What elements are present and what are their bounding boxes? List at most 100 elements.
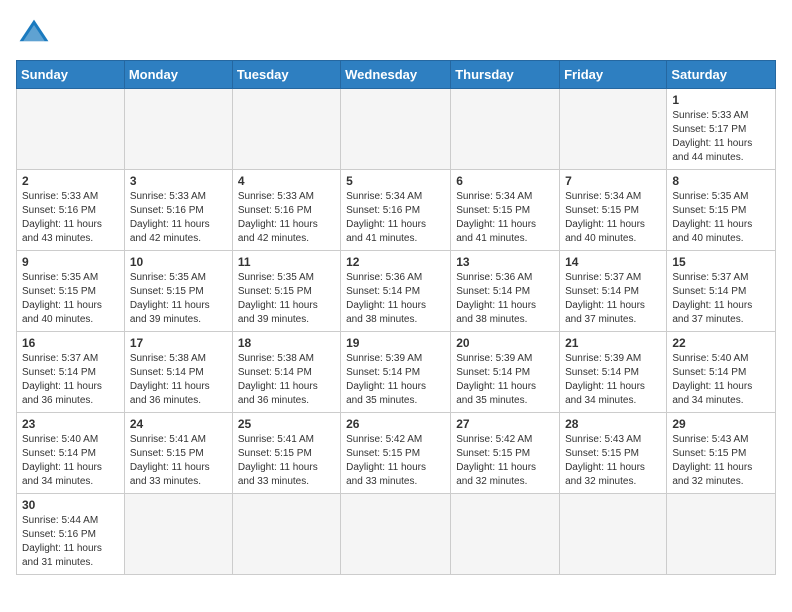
day-info: Sunrise: 5:33 AM Sunset: 5:16 PM Dayligh… — [130, 190, 227, 246]
calendar-week-row: 9 Sunrise: 5:35 AM Sunset: 5:15 PM Daylig… — [17, 251, 776, 332]
day-info: Sunrise: 5:43 AM Sunset: 5:15 PM Dayligh… — [672, 433, 770, 489]
day-number: 20 — [456, 336, 554, 350]
day-number: 4 — [238, 174, 335, 188]
day-number: 26 — [346, 417, 445, 431]
day-number: 15 — [672, 255, 770, 269]
weekday-header-sunday: Sunday — [17, 61, 125, 89]
calendar-day-cell: 30Sunrise: 5:44 AM Sunset: 5:16 PM Dayli… — [17, 494, 125, 575]
calendar-day-cell: 18Sunrise: 5:38 AM Sunset: 5:14 PM Dayli… — [232, 332, 340, 413]
day-info: Sunrise: 5:39 AM Sunset: 5:14 PM Dayligh… — [346, 352, 445, 408]
calendar-day-cell: 27 Sunrise: 5:42 AM Sunset: 5:15 PM Dayli… — [451, 413, 560, 494]
day-info: Sunrise: 5:37 AM Sunset: 5:14 PM Dayligh… — [565, 271, 661, 327]
calendar-day-cell: 29 Sunrise: 5:43 AM Sunset: 5:15 PM Dayli… — [667, 413, 776, 494]
calendar-day-cell: 12Sunrise: 5:36 AM Sunset: 5:14 PM Dayli… — [341, 251, 451, 332]
day-number: 17 — [130, 336, 227, 350]
day-info: Sunrise: 5:36 AM Sunset: 5:14 PM Dayligh… — [456, 271, 554, 327]
day-number: 7 — [565, 174, 661, 188]
day-number: 28 — [565, 417, 661, 431]
day-number: 16 — [22, 336, 119, 350]
day-info: Sunrise: 5:33 AM Sunset: 5:17 PM Dayligh… — [672, 109, 770, 165]
calendar-day-cell — [560, 494, 667, 575]
calendar-day-cell: 23Sunrise: 5:40 AM Sunset: 5:14 PM Dayli… — [17, 413, 125, 494]
calendar-day-cell: 25Sunrise: 5:41 AM Sunset: 5:15 PM Dayli… — [232, 413, 340, 494]
day-info: Sunrise: 5:35 AM Sunset: 5:15 PM Dayligh… — [672, 190, 770, 246]
calendar-day-cell — [667, 494, 776, 575]
calendar-header: SundayMondayTuesdayWednesdayThursdayFrid… — [17, 61, 776, 89]
page-header — [16, 16, 776, 52]
calendar-day-cell — [451, 89, 560, 170]
day-info: Sunrise: 5:36 AM Sunset: 5:14 PM Dayligh… — [346, 271, 445, 327]
day-info: Sunrise: 5:38 AM Sunset: 5:14 PM Dayligh… — [130, 352, 227, 408]
day-number: 27 — [456, 417, 554, 431]
day-number: 24 — [130, 417, 227, 431]
day-info: Sunrise: 5:33 AM Sunset: 5:16 PM Dayligh… — [22, 190, 119, 246]
calendar-day-cell: 24 Sunrise: 5:41 AM Sunset: 5:15 PM Dayli… — [124, 413, 232, 494]
calendar-day-cell: 8 Sunrise: 5:35 AM Sunset: 5:15 PM Daylig… — [667, 170, 776, 251]
day-number: 8 — [672, 174, 770, 188]
calendar-day-cell: 11Sunrise: 5:35 AM Sunset: 5:15 PM Dayli… — [232, 251, 340, 332]
calendar-day-cell: 4 Sunrise: 5:33 AM Sunset: 5:16 PM Daylig… — [232, 170, 340, 251]
calendar-day-cell: 14 Sunrise: 5:37 AM Sunset: 5:14 PM Dayli… — [560, 251, 667, 332]
calendar-day-cell: 7 Sunrise: 5:34 AM Sunset: 5:15 PM Daylig… — [560, 170, 667, 251]
day-info: Sunrise: 5:34 AM Sunset: 5:15 PM Dayligh… — [565, 190, 661, 246]
day-info: Sunrise: 5:43 AM Sunset: 5:15 PM Dayligh… — [565, 433, 661, 489]
calendar-week-row: 30Sunrise: 5:44 AM Sunset: 5:16 PM Dayli… — [17, 494, 776, 575]
calendar-day-cell: 26 Sunrise: 5:42 AM Sunset: 5:15 PM Dayli… — [341, 413, 451, 494]
day-info: Sunrise: 5:39 AM Sunset: 5:14 PM Dayligh… — [565, 352, 661, 408]
calendar-day-cell: 17 Sunrise: 5:38 AM Sunset: 5:14 PM Dayli… — [124, 332, 232, 413]
calendar-day-cell: 5 Sunrise: 5:34 AM Sunset: 5:16 PM Daylig… — [341, 170, 451, 251]
calendar-week-row: 23Sunrise: 5:40 AM Sunset: 5:14 PM Dayli… — [17, 413, 776, 494]
logo — [16, 16, 56, 52]
day-number: 11 — [238, 255, 335, 269]
calendar-day-cell: 15Sunrise: 5:37 AM Sunset: 5:14 PM Dayli… — [667, 251, 776, 332]
day-info: Sunrise: 5:41 AM Sunset: 5:15 PM Dayligh… — [130, 433, 227, 489]
calendar-day-cell: 1 Sunrise: 5:33 AM Sunset: 5:17 PM Daylig… — [667, 89, 776, 170]
day-info: Sunrise: 5:42 AM Sunset: 5:15 PM Dayligh… — [346, 433, 445, 489]
day-number: 9 — [22, 255, 119, 269]
day-number: 6 — [456, 174, 554, 188]
day-info: Sunrise: 5:35 AM Sunset: 5:15 PM Dayligh… — [130, 271, 227, 327]
day-info: Sunrise: 5:34 AM Sunset: 5:16 PM Dayligh… — [346, 190, 445, 246]
logo-icon — [16, 16, 52, 52]
day-info: Sunrise: 5:44 AM Sunset: 5:16 PM Dayligh… — [22, 514, 119, 570]
day-number: 1 — [672, 93, 770, 107]
day-number: 25 — [238, 417, 335, 431]
day-number: 18 — [238, 336, 335, 350]
day-number: 21 — [565, 336, 661, 350]
day-number: 19 — [346, 336, 445, 350]
day-info: Sunrise: 5:40 AM Sunset: 5:14 PM Dayligh… — [672, 352, 770, 408]
calendar-day-cell — [17, 89, 125, 170]
calendar-table: SundayMondayTuesdayWednesdayThursdayFrid… — [16, 60, 776, 575]
calendar-week-row: 2 Sunrise: 5:33 AM Sunset: 5:16 PM Daylig… — [17, 170, 776, 251]
calendar-day-cell: 10 Sunrise: 5:35 AM Sunset: 5:15 PM Dayli… — [124, 251, 232, 332]
calendar-day-cell: 19 Sunrise: 5:39 AM Sunset: 5:14 PM Dayli… — [341, 332, 451, 413]
calendar-day-cell: 28 Sunrise: 5:43 AM Sunset: 5:15 PM Dayli… — [560, 413, 667, 494]
calendar-day-cell: 3Sunrise: 5:33 AM Sunset: 5:16 PM Daylig… — [124, 170, 232, 251]
calendar-day-cell — [232, 89, 340, 170]
calendar-day-cell — [451, 494, 560, 575]
calendar-day-cell: 9 Sunrise: 5:35 AM Sunset: 5:15 PM Daylig… — [17, 251, 125, 332]
day-info: Sunrise: 5:39 AM Sunset: 5:14 PM Dayligh… — [456, 352, 554, 408]
day-info: Sunrise: 5:33 AM Sunset: 5:16 PM Dayligh… — [238, 190, 335, 246]
calendar-day-cell — [124, 494, 232, 575]
day-number: 2 — [22, 174, 119, 188]
day-number: 14 — [565, 255, 661, 269]
weekday-header-row: SundayMondayTuesdayWednesdayThursdayFrid… — [17, 61, 776, 89]
calendar-day-cell: 16 Sunrise: 5:37 AM Sunset: 5:14 PM Dayli… — [17, 332, 125, 413]
calendar-day-cell — [560, 89, 667, 170]
day-info: Sunrise: 5:34 AM Sunset: 5:15 PM Dayligh… — [456, 190, 554, 246]
day-info: Sunrise: 5:40 AM Sunset: 5:14 PM Dayligh… — [22, 433, 119, 489]
day-info: Sunrise: 5:35 AM Sunset: 5:15 PM Dayligh… — [22, 271, 119, 327]
calendar-day-cell — [341, 89, 451, 170]
weekday-header-tuesday: Tuesday — [232, 61, 340, 89]
weekday-header-monday: Monday — [124, 61, 232, 89]
day-info: Sunrise: 5:42 AM Sunset: 5:15 PM Dayligh… — [456, 433, 554, 489]
day-info: Sunrise: 5:37 AM Sunset: 5:14 PM Dayligh… — [22, 352, 119, 408]
day-number: 22 — [672, 336, 770, 350]
calendar-day-cell: 20 Sunrise: 5:39 AM Sunset: 5:14 PM Dayli… — [451, 332, 560, 413]
day-number: 5 — [346, 174, 445, 188]
calendar-day-cell: 22 Sunrise: 5:40 AM Sunset: 5:14 PM Dayli… — [667, 332, 776, 413]
day-number: 10 — [130, 255, 227, 269]
weekday-header-saturday: Saturday — [667, 61, 776, 89]
day-number: 29 — [672, 417, 770, 431]
